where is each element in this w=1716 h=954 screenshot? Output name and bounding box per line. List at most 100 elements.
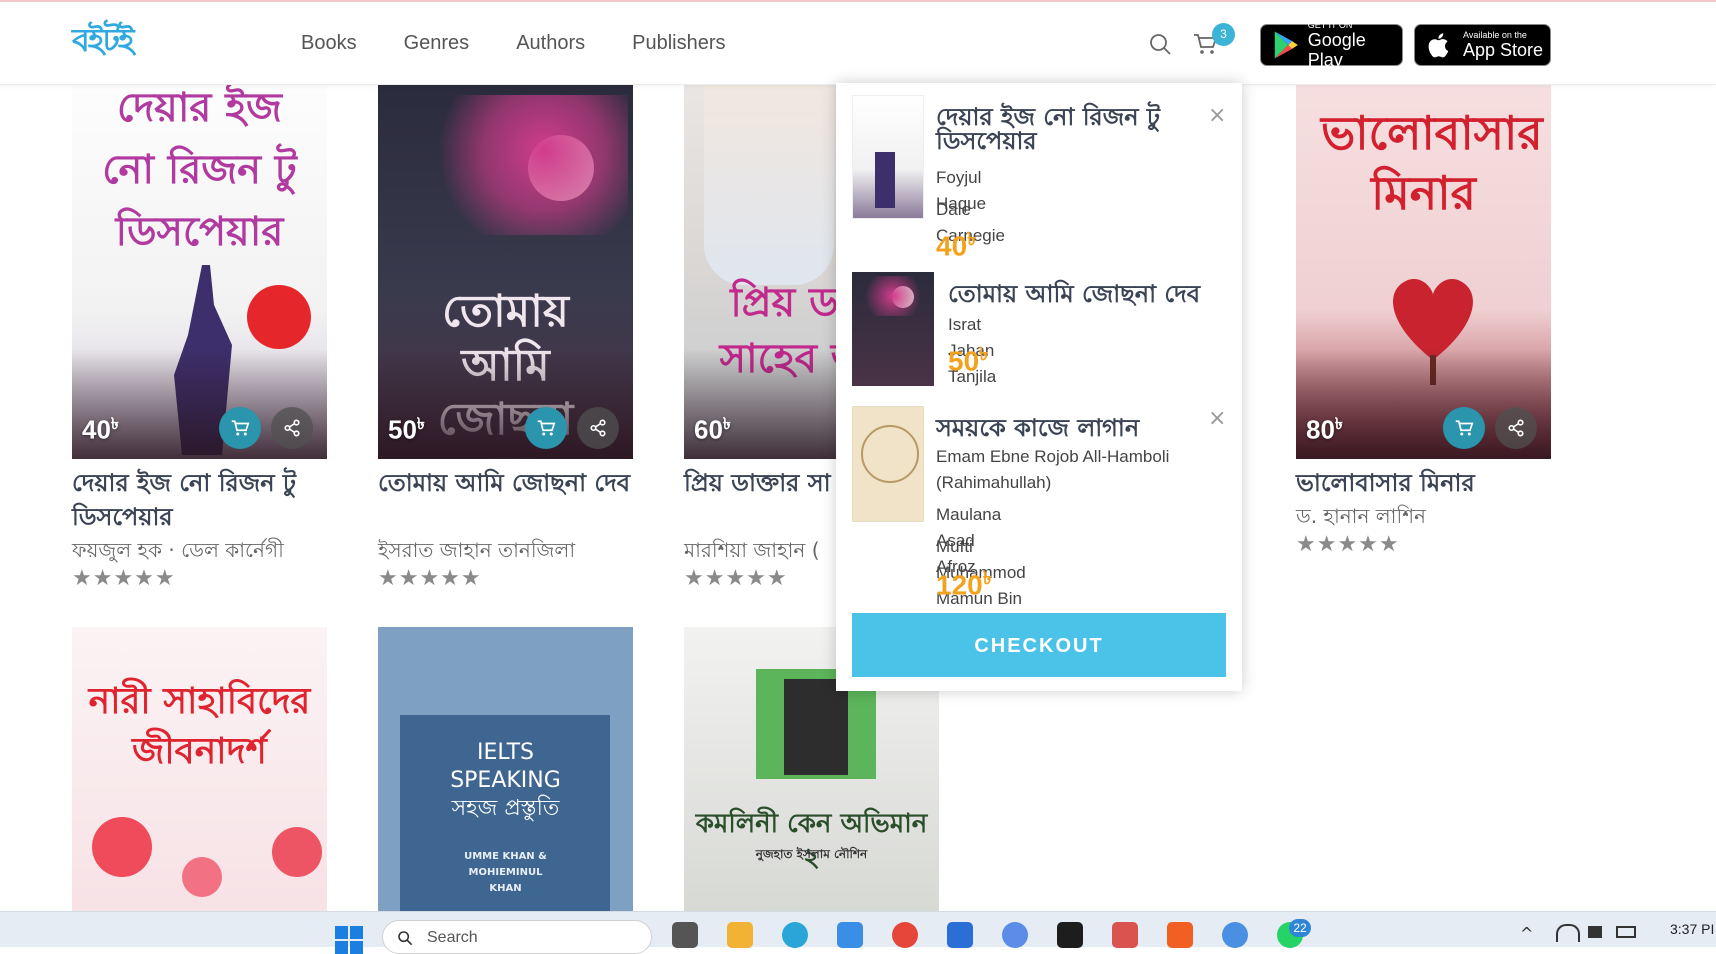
flower (92, 817, 152, 877)
app-icon[interactable] (837, 922, 863, 948)
cart-icon (231, 420, 250, 436)
nav-authors[interactable]: Authors (516, 32, 585, 55)
book-authors[interactable]: ফয়জুল হক · ডেল কার্নেগী (72, 536, 284, 569)
rating-stars: ★★★★★ (72, 566, 176, 591)
chrome-icon[interactable] (892, 922, 918, 948)
flower (182, 857, 222, 897)
cart-item-thumb[interactable] (852, 406, 924, 522)
cart-popup: দেয়ার ইজ নো রিজন টু ডিসপেয়ার Foyjul Ha… (836, 83, 1242, 691)
windows-taskbar: Search 22 ^ 3:37 PI (0, 911, 1716, 954)
taskbar-search-placeholder: Search (427, 929, 478, 946)
cover-portrait (704, 85, 834, 285)
book-authors[interactable]: মারশিয়া জাহান ( (684, 536, 820, 569)
rating-stars: ★★★★★ (378, 566, 482, 591)
book-authors[interactable]: ড. হানান লাশিন (1296, 502, 1426, 535)
rating-stars: ★★★★★ (1296, 532, 1400, 557)
share-icon (284, 419, 300, 437)
book-title[interactable]: তোমায় আমি জোছনা দেব (378, 466, 638, 500)
chevron-up-icon[interactable]: ^ (1520, 924, 1533, 943)
cart-item-title[interactable]: তোমায় আমি জোছনা দেব (948, 282, 1238, 306)
share-button[interactable] (577, 407, 619, 449)
nav-genres[interactable]: Genres (404, 32, 470, 55)
cover-text: নারী সাহাবিদের জীবনাদর্শ (88, 681, 311, 772)
share-button[interactable] (271, 407, 313, 449)
thumb-clock (861, 425, 919, 483)
cart-item-title[interactable]: দেয়ার ইজ নো রিজন টু ডিসপেয়ার (936, 105, 1206, 153)
edge-icon[interactable] (782, 922, 808, 948)
cover-text: কমলিনী কেন অভিমান ২ (695, 809, 928, 873)
price-label: 40৳ (82, 414, 119, 445)
notification-badge: 22 (1289, 919, 1311, 937)
google-play-button[interactable]: GET IT ON Google Play (1260, 20, 1403, 70)
app-store-button[interactable]: Available on the App Store (1414, 24, 1551, 66)
volume-icon[interactable] (1588, 926, 1602, 938)
cart-icon (1455, 420, 1474, 436)
cart-item-title[interactable]: সময়কে কাজে লাগান (936, 416, 1206, 440)
pycharm-icon[interactable] (1057, 922, 1083, 948)
wifi-icon[interactable] (1556, 924, 1580, 942)
nav-books[interactable]: Books (301, 32, 357, 55)
share-icon (590, 419, 606, 437)
cart-icon (537, 420, 556, 436)
sync-icon[interactable] (1002, 922, 1028, 948)
search-icon (398, 931, 413, 946)
book-title[interactable]: দেয়ার ইজ নো রিজন টু ডিসপেয়ার (72, 466, 332, 534)
price-label: 50৳ (388, 414, 425, 445)
store-icon[interactable] (947, 922, 973, 948)
nav-publishers[interactable]: Publishers (632, 32, 725, 55)
cart-item-thumb[interactable] (852, 95, 924, 219)
rating-stars: ★★★★★ (684, 566, 788, 591)
remove-item-icon[interactable]: × (1208, 406, 1226, 431)
site-header: বইটই Books Genres Authors Publishers 3 G… (0, 2, 1716, 85)
cover-text: ভালোবাসার মিনার (1321, 106, 1543, 220)
google-play-small: GET IT ON (1307, 20, 1353, 30)
cart-item-thumb[interactable] (852, 272, 934, 386)
google-play-icon (1274, 31, 1298, 59)
add-to-cart-button[interactable] (1443, 407, 1485, 449)
book-cover[interactable]: IELTS SPEAKING সহজ প্রস্তুতি UMME KHAN &… (378, 627, 633, 911)
brave-icon[interactable] (1167, 922, 1193, 948)
chrome-profile-icon[interactable] (1222, 922, 1248, 948)
thumb-figure (875, 152, 895, 208)
main-nav: Books Genres Authors Publishers (301, 32, 773, 55)
search-icon[interactable] (1148, 32, 1172, 56)
share-button[interactable] (1495, 407, 1537, 449)
windows-start-icon[interactable] (335, 926, 363, 954)
cover-text: IELTS SPEAKING সহজ প্রস্তুতি (450, 740, 561, 821)
checkout-button[interactable]: CHECKOUT (852, 613, 1226, 677)
price-label: 60৳ (694, 414, 731, 445)
app-store-label: App Store (1463, 40, 1544, 60)
thumb-blossom (858, 276, 928, 316)
remove-item-icon[interactable]: × (1208, 103, 1226, 128)
taskbar-search[interactable]: Search (382, 920, 652, 954)
cart-item-author: Emam Ebne Rojob All-Hamboli (Rahimahulla… (936, 447, 1170, 492)
cart-item-price: 120৳ (936, 568, 992, 601)
cover-authors: UMME KHAN & MOHIEMINUL KHAN (464, 851, 547, 894)
cart-count-badge: 3 (1212, 23, 1235, 46)
add-to-cart-button[interactable] (525, 407, 567, 449)
book-title[interactable]: ভালোবাসার মিনার (1296, 466, 1556, 500)
cart-item-price: 50৳ (948, 344, 989, 377)
price-label: 80৳ (1306, 414, 1343, 445)
taskbar-clock[interactable]: 3:37 PI (1670, 921, 1714, 937)
google-play-label: Google Play (1307, 30, 1366, 70)
cart-item-price: 40৳ (936, 229, 977, 262)
book-cover[interactable]: দেয়ার ইজ নো রিজন টু ডিসপেয়ার 40৳ (72, 85, 327, 459)
site-logo[interactable]: বইটই (72, 21, 135, 62)
task-view-icon[interactable] (672, 922, 698, 948)
flower (272, 827, 322, 877)
cover-window-inner (784, 679, 848, 775)
share-icon (1508, 419, 1524, 437)
snipping-tool-icon[interactable] (1112, 922, 1138, 948)
book-cover[interactable]: নারী সাহাবিদের জীবনাদর্শ (72, 627, 327, 911)
book-cover[interactable]: তোমায় আমি জোছনা দেব 50৳ (378, 85, 633, 459)
book-authors[interactable]: ইসরাত জাহান তানজিলা (378, 536, 575, 569)
cover-badge (247, 285, 311, 349)
book-cover[interactable]: ভালোবাসার মিনার 80৳ (1296, 85, 1551, 459)
battery-icon[interactable] (1616, 926, 1636, 938)
file-explorer-icon[interactable] (727, 922, 753, 948)
app-store-small: Available on the (1463, 30, 1527, 40)
add-to-cart-button[interactable] (219, 407, 261, 449)
cover-author: নুজহাত ইসলাম নৌশিন (755, 847, 868, 861)
apple-icon (1428, 33, 1449, 58)
